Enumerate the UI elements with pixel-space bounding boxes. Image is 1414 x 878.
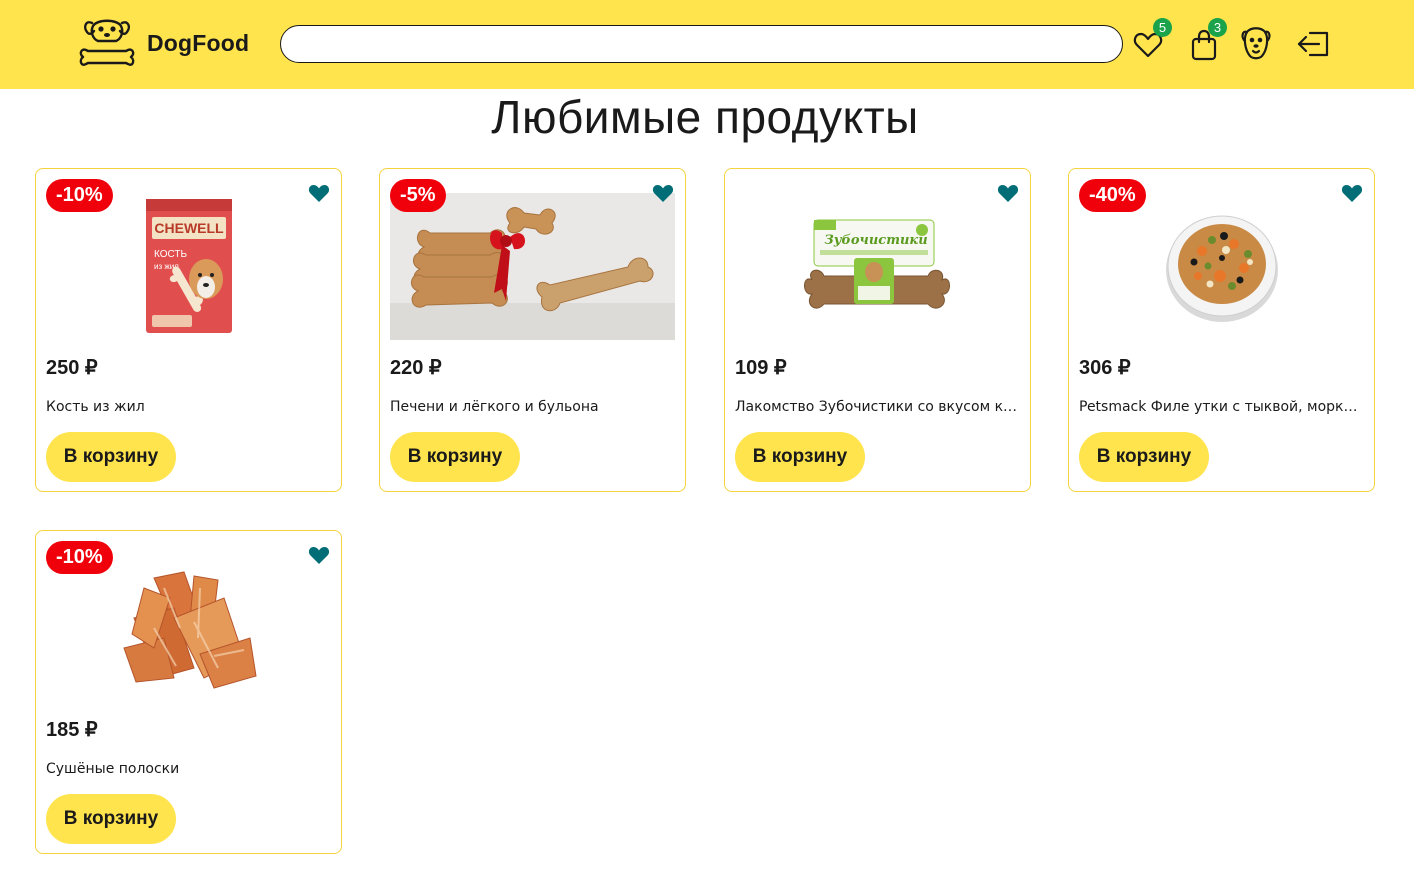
product-image-dried-strips[interactable] (46, 553, 331, 703)
product-price: 306 ₽ (1079, 357, 1131, 379)
svg-text:CHEWELL: CHEWELL (154, 220, 224, 236)
product-price: 185 ₽ (46, 719, 98, 741)
search-input[interactable] (280, 25, 1123, 63)
product-name[interactable]: Petsmack Филе утки с тыквой, морковью (1079, 399, 1364, 415)
product-price: 109 ₽ (735, 357, 787, 379)
add-to-cart-button[interactable]: В корзину (46, 794, 176, 844)
profile-button[interactable] (1240, 26, 1274, 60)
dog-logo-icon (79, 19, 135, 66)
discount-badge: -10% (46, 179, 113, 212)
favorite-heart-icon[interactable] (997, 183, 1019, 203)
favorite-heart-icon[interactable] (308, 183, 330, 203)
add-to-cart-button[interactable]: В корзину (46, 432, 176, 482)
add-to-cart-button[interactable]: В корзину (735, 432, 865, 482)
product-image-zubochistiki[interactable]: Зубочистики (735, 191, 1020, 341)
cart-button[interactable]: 3 (1187, 18, 1227, 62)
product-card[interactable]: Зубочистики 109 ₽ Лакомство Зубочистики … (724, 168, 1031, 492)
add-to-cart-button[interactable]: В корзину (390, 432, 520, 482)
svg-text:Зубочистики: Зубочистики (824, 233, 927, 248)
product-price: 250 ₽ (46, 357, 98, 379)
favorite-heart-icon[interactable] (308, 545, 330, 565)
product-name[interactable]: Кость из жил (46, 399, 331, 415)
discount-badge: -5% (390, 179, 446, 212)
logout-button[interactable] (1296, 28, 1330, 62)
page-title: Любимые продукты (491, 91, 919, 143)
product-image-bone-cookies[interactable] (390, 191, 675, 341)
favorites-count-badge: 5 (1153, 18, 1172, 37)
discount-badge: -40% (1079, 179, 1146, 212)
discount-badge: -10% (46, 541, 113, 574)
cart-count-badge: 3 (1208, 18, 1227, 37)
logo[interactable]: DogFood (79, 17, 249, 69)
product-price: 220 ₽ (390, 357, 442, 379)
favorites-button[interactable]: 5 (1131, 18, 1172, 62)
product-card[interactable]: -40% 306 ₽ Petsmack Филе утки с тыквой, … (1068, 168, 1375, 492)
product-name[interactable]: Лакомство Зубочистики со вкусом курицы (735, 399, 1020, 415)
product-image-duck-food-bowl[interactable] (1079, 191, 1364, 341)
product-name[interactable]: Печени и лёгкого и бульона (390, 399, 675, 415)
product-name[interactable]: Сушёные полоски (46, 761, 331, 777)
site-header: DogFood 5 3 (0, 0, 1414, 89)
product-card[interactable]: CHEWELL КОСТЬ из жил -10% 250 ₽ Кость из… (35, 168, 342, 492)
favorite-heart-icon[interactable] (1341, 183, 1363, 203)
product-image-chewell-bone[interactable]: CHEWELL КОСТЬ из жил (46, 191, 331, 341)
dog-face-profile-icon (1241, 27, 1271, 60)
add-to-cart-button[interactable]: В корзину (1079, 432, 1209, 482)
logout-icon (1297, 31, 1329, 57)
favorite-heart-icon[interactable] (652, 183, 674, 203)
svg-text:КОСТЬ: КОСТЬ (154, 249, 187, 260)
product-card[interactable]: -10% 185 ₽ Сушёные полоски В корзину (35, 530, 342, 854)
product-card[interactable]: -5% 220 ₽ Печени и лёгкого и бульона В к… (379, 168, 686, 492)
brand-name: DogFood (147, 29, 250, 56)
